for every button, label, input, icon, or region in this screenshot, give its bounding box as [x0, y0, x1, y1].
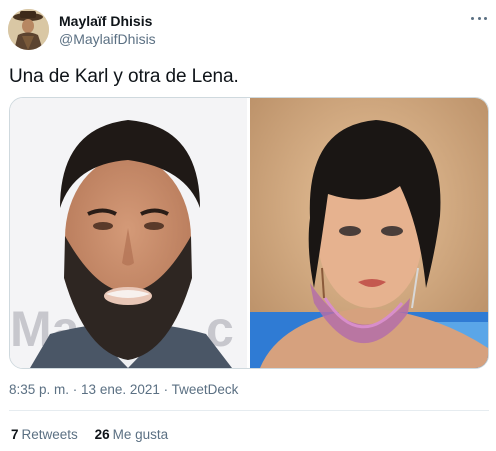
likes-stat[interactable]: 26 Me gusta [95, 427, 169, 442]
retweets-label: Retweets [21, 427, 78, 442]
tweet-time[interactable]: 8:35 p. m. [9, 382, 69, 397]
author-handle[interactable]: @MaylaifDhisis [59, 31, 156, 47]
more-dot [477, 16, 481, 20]
tweet-date[interactable]: 13 ene. 2021 [81, 382, 160, 397]
media-photo-karl[interactable]: Ma c [10, 98, 247, 368]
meta-separator: · [69, 382, 82, 397]
tweet-text: Una de Karl y otra de Lena. [9, 66, 239, 87]
tweet-meta: 8:35 p. m. · 13 ene. 2021 · TweetDeck [9, 382, 238, 397]
retweets-count: 7 [11, 427, 19, 442]
tweet: Maylaïf Dhisis @MaylaifDhisis Una de Kar… [0, 0, 496, 451]
avatar[interactable] [8, 9, 49, 50]
tweet-source[interactable]: TweetDeck [172, 382, 239, 397]
meta-separator: · [159, 382, 172, 397]
media-photo-lena[interactable] [250, 98, 488, 368]
more-dot [471, 16, 474, 20]
tweet-stats: 7 Retweets 26 Me gusta [11, 427, 181, 442]
likes-label: Me gusta [112, 427, 169, 442]
retweets-stat[interactable]: 7 Retweets [11, 427, 78, 442]
author-name[interactable]: Maylaïf Dhisis [59, 13, 152, 29]
more-dot [484, 16, 487, 20]
likes-count: 26 [94, 427, 110, 442]
media-grid: Ma c [9, 97, 489, 369]
divider [9, 410, 489, 411]
more-dots-icon[interactable] [470, 10, 488, 26]
